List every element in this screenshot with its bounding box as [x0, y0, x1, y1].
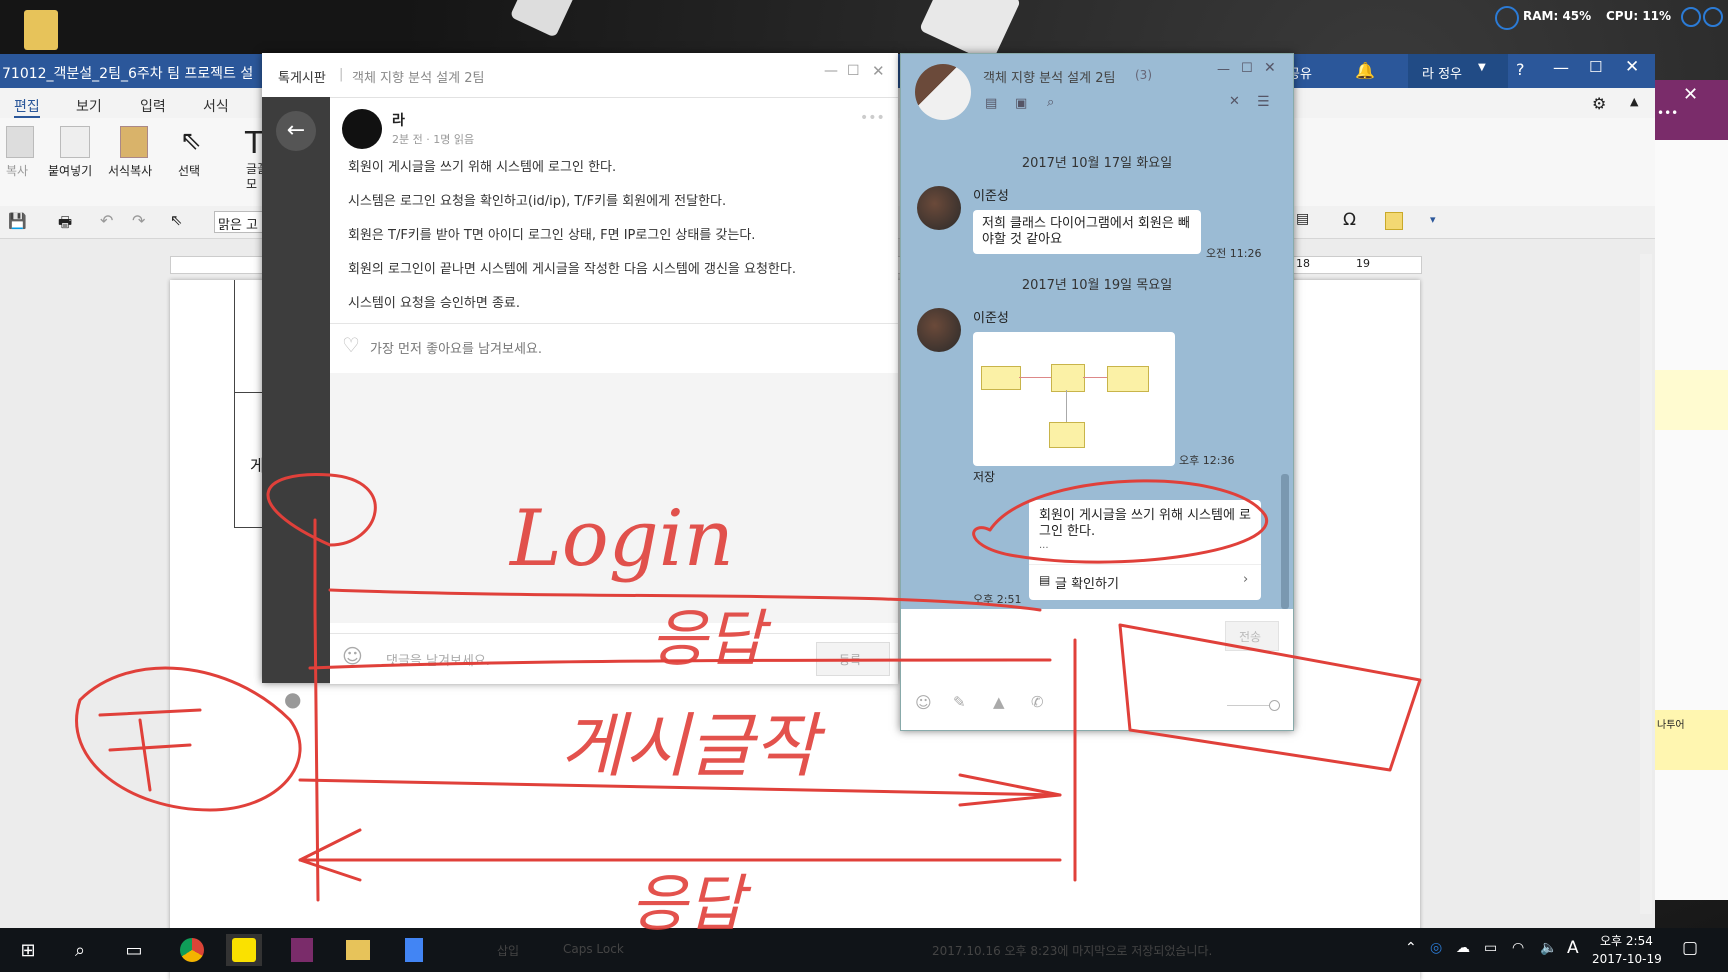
ink-text-login: Login	[508, 494, 734, 584]
ink-stroke	[958, 773, 1062, 807]
ink-text-post: 게시글작	[560, 705, 826, 787]
ink-text-response: 응답	[650, 602, 772, 675]
ink-stroke	[98, 708, 202, 792]
ink-stroke	[298, 828, 362, 882]
ink-stroke	[313, 518, 320, 902]
ink-text-response-2: 응답	[630, 867, 752, 940]
ink-stroke	[972, 479, 1269, 564]
ink-stroke	[266, 473, 377, 547]
ink-stroke	[1118, 623, 1422, 772]
ink-annotations: Login 응답 게시글작 응답	[75, 473, 1422, 940]
ink-stroke	[75, 666, 302, 812]
